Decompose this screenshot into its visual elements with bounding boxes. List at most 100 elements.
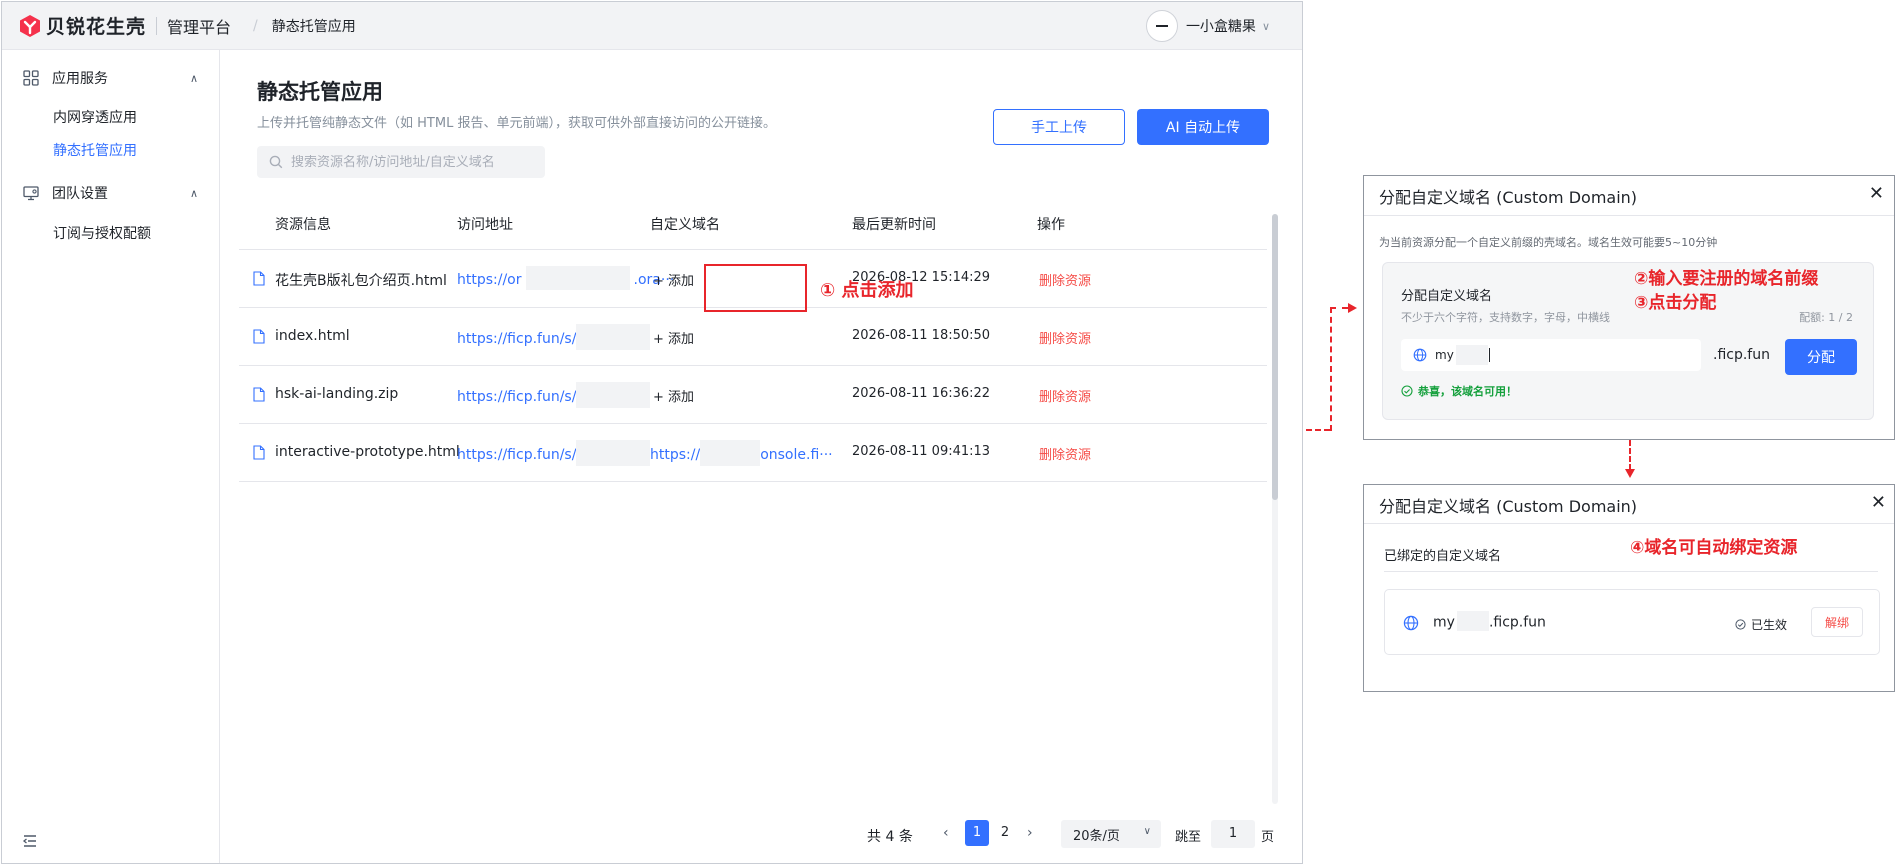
grid-icon [23, 70, 39, 86]
dialog-divider [1364, 215, 1894, 216]
chevron-left-icon[interactable]: ‹ [943, 825, 949, 841]
unbind-button[interactable]: 解绑 [1811, 607, 1863, 637]
page-2-button[interactable]: 2 [993, 820, 1017, 846]
total-prefix: 共 [867, 829, 881, 845]
chevron-down-icon: ∨ [1261, 19, 1270, 33]
user-menu[interactable]: 一小盒糖果 ∨ [1145, 10, 1270, 42]
manual-upload-button[interactable]: 手工上传 [993, 109, 1125, 145]
table-row: hsk-ai-landing.zip https://ficp.fun/s/ +… [239, 366, 1267, 424]
redacted-block [525, 266, 630, 290]
add-domain-button[interactable]: + 添加 [653, 328, 694, 347]
assign-button[interactable]: 分配 [1785, 339, 1857, 375]
chevron-right-icon[interactable]: › [1027, 825, 1033, 841]
redacted-block [1455, 345, 1488, 365]
page-1-button[interactable]: 1 [965, 820, 989, 846]
updated-time: 2026-08-11 09:41:13 [852, 444, 991, 459]
availability-message: 恭喜，该域名可用！ [1401, 383, 1517, 399]
delete-resource-link[interactable]: 删除资源 [1039, 444, 1091, 463]
search-input[interactable] [291, 154, 531, 170]
assign-domain-dialog: 分配自定义域名 (Custom Domain) ✕ 为当前资源分配一个自定义前缀… [1363, 175, 1895, 440]
resource-name: interactive-prototype.html [275, 444, 460, 460]
dialog-hint: 为当前资源分配一个自定义前缀的壳域名。域名生效可能要5~10分钟 [1379, 236, 1718, 249]
column-header-domain: 自定义域名 [650, 217, 720, 233]
search-box[interactable] [257, 146, 545, 178]
table-scrollbar[interactable] [1272, 214, 1278, 804]
pagination: 共 4 条 ‹ 1 2 › 20条/页 ∨ 跳至 1 页 [221, 820, 1301, 848]
bound-domain-item: my .ficp.fun 已生效 解绑 [1384, 589, 1880, 655]
sidebar-group-team-settings[interactable]: 团队设置 ∧ [2, 173, 220, 213]
delete-resource-link[interactable]: 删除资源 [1039, 386, 1091, 405]
brand-divider [156, 16, 158, 35]
availability-text: 恭喜，该域名可用！ [1418, 385, 1517, 398]
add-domain-button[interactable]: + 添加 [653, 386, 694, 405]
avatar [1145, 10, 1178, 42]
redacted-block [700, 440, 761, 466]
updated-time: 2026-08-11 16:36:22 [852, 386, 991, 401]
bound-domain-dialog: 分配自定义域名 (Custom Domain) ✕ 已绑定的自定义域名 my .f… [1363, 484, 1895, 692]
access-url-link[interactable]: https://ficp.fun/s/ [457, 382, 651, 408]
platform-name: 管理平台 [167, 17, 232, 37]
column-header-resource: 资源信息 [275, 217, 331, 233]
sidebar-item-subscription[interactable]: 订阅与授权配额 [53, 223, 151, 243]
redacted-block [1456, 611, 1489, 631]
column-header-actions: 操作 [1037, 217, 1065, 233]
table-header: 资源信息 访问地址 自定义域名 最后更新时间 操作 [239, 196, 1267, 250]
brand-name: 贝锐花生壳 [46, 16, 147, 38]
access-url-link[interactable]: https://ficp.fun/s/ [457, 440, 651, 466]
status-badge: 已生效 [1735, 616, 1787, 633]
domain-prefix: https:// [650, 447, 701, 463]
chevron-up-icon: ∧ [189, 186, 198, 200]
close-icon[interactable]: ✕ [1871, 492, 1886, 513]
access-url-link[interactable]: https://or .ora··· [457, 266, 674, 290]
text-cursor [1488, 348, 1490, 362]
ai-upload-button[interactable]: AI 自动上传 [1137, 109, 1269, 145]
pagination-total: 共 4 条 [867, 826, 913, 846]
delete-resource-link[interactable]: 删除资源 [1039, 328, 1091, 347]
table-row: index.html https://ficp.fun/s/ + 添加 2026… [239, 308, 1267, 366]
access-url-link[interactable]: https://ficp.fun/s/ [457, 324, 651, 350]
sidebar-item-tunnel-apps[interactable]: 内网穿透应用 [53, 107, 137, 127]
collapse-sidebar-icon[interactable] [22, 833, 38, 849]
bound-domain-name: my .ficp.fun [1433, 611, 1546, 631]
domain-prefix-input[interactable]: my [1401, 339, 1701, 371]
connector-line [1629, 440, 1631, 470]
globe-icon [1403, 615, 1419, 631]
file-icon [253, 271, 265, 286]
annotation-step-4: ④域名可自动绑定资源 [1630, 538, 1798, 558]
breadcrumb-separator: / [253, 17, 258, 34]
file-icon [253, 329, 265, 344]
page-size-select[interactable]: 20条/页 ∨ [1061, 820, 1161, 848]
url-prefix: https://ficp.fun/s/ [457, 447, 577, 463]
total-suffix: 条 [898, 829, 913, 845]
add-domain-button[interactable]: + 添加 [653, 270, 694, 289]
delete-resource-link[interactable]: 删除资源 [1039, 270, 1091, 289]
url-prefix: https://ficp.fun/s/ [457, 331, 577, 347]
close-icon[interactable]: ✕ [1869, 183, 1884, 204]
monitor-icon [23, 186, 39, 201]
url-prefix: https://ficp.fun/s/ [457, 389, 577, 405]
sidebar-group-label: 团队设置 [52, 186, 108, 202]
card-title: 分配自定义域名 [1401, 289, 1493, 304]
dialog-divider [1364, 523, 1894, 524]
redacted-block [576, 382, 651, 408]
custom-domain-link[interactable]: https:// onsole.fi··· [650, 440, 833, 466]
total-count: 4 [885, 829, 895, 845]
jump-page-input[interactable]: 1 [1211, 820, 1255, 848]
card-description: 不少于六个字符，支持数字，字母，中横线 [1401, 311, 1610, 324]
column-header-url: 访问地址 [457, 217, 513, 233]
dialog-title: 分配自定义域名 (Custom Domain) [1379, 497, 1638, 516]
brand-logo-icon [20, 14, 40, 37]
redacted-block [576, 440, 651, 466]
chevron-down-icon: ∨ [1143, 826, 1151, 837]
file-icon [253, 445, 265, 460]
status-text: 已生效 [1751, 618, 1788, 632]
annotation-step-2: ②输入要注册的域名前缀 [1634, 269, 1819, 289]
annotation-highlight-box [704, 264, 807, 312]
sidebar-item-static-hosting[interactable]: 静态托管应用 [53, 140, 137, 160]
scrollbar-thumb[interactable] [1272, 214, 1278, 500]
logo[interactable]: 贝锐花生壳 [18, 12, 146, 39]
domain-input-value: my [1435, 348, 1454, 362]
sidebar-group-app-services[interactable]: 应用服务 ∧ [2, 58, 220, 98]
bound-domain-prefix: my [1433, 614, 1455, 631]
user-name: 一小盒糖果 [1185, 19, 1256, 35]
